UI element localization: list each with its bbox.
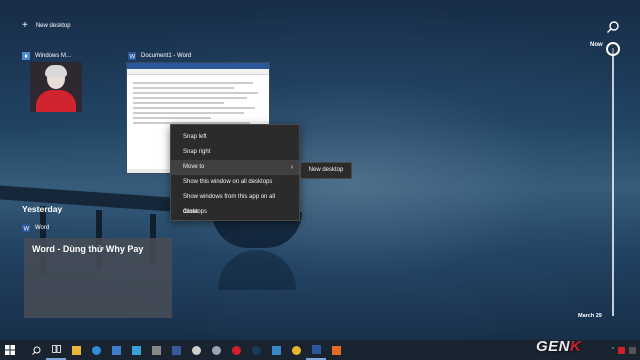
word-document-preview: [127, 75, 269, 131]
tray-app-icon[interactable]: [629, 346, 636, 354]
task-view-icon[interactable]: [46, 340, 66, 360]
app-icon[interactable]: [186, 340, 206, 360]
system-tray: ^: [612, 340, 636, 360]
window-title-word[interactable]: W Document1 - Word: [128, 52, 191, 60]
menu-item-show-window-all[interactable]: Show this window on all desktops: [171, 175, 299, 190]
menu-item-snap-right[interactable]: Snap right: [171, 145, 299, 160]
window-title-label: Windows M...: [35, 53, 72, 59]
menu-item-show-app-all[interactable]: Show windows from this app on all deskto…: [171, 190, 299, 215]
menu-item-move-to[interactable]: Move to ›: [171, 160, 299, 175]
windows-logo-icon: [5, 345, 15, 355]
activity-app-label: Word: [35, 225, 50, 231]
activity-card-title: Word - Dùng thử Why Pay: [32, 244, 144, 254]
settings-icon[interactable]: [206, 340, 226, 360]
tray-app-icon[interactable]: [618, 346, 625, 354]
chevron-right-icon: ›: [290, 164, 293, 171]
app-icon[interactable]: [266, 340, 286, 360]
wallpaper-boat-reflection: [218, 250, 296, 290]
word-icon: W: [128, 52, 136, 60]
media-app-icon: [22, 52, 30, 60]
word-taskbar-icon[interactable]: [306, 340, 326, 360]
taskbar-search-icon[interactable]: [26, 340, 46, 360]
app-icon[interactable]: [326, 340, 346, 360]
opera-icon[interactable]: [226, 340, 246, 360]
svg-text:W: W: [130, 54, 136, 60]
new-desktop-button[interactable]: + New desktop: [22, 21, 71, 31]
file-explorer-icon[interactable]: [66, 340, 86, 360]
menu-item-snap-left[interactable]: Snap left: [171, 130, 299, 145]
word-icon: W: [22, 224, 30, 232]
window-title-media[interactable]: Windows M...: [22, 52, 71, 60]
timeline-scrollbar[interactable]: [612, 48, 614, 316]
context-menu: Snap left Snap right Move to › Show this…: [170, 124, 300, 221]
chrome-icon[interactable]: [286, 340, 306, 360]
plus-icon: +: [22, 20, 28, 31]
steam-icon[interactable]: [246, 340, 266, 360]
svg-text:W: W: [24, 226, 30, 232]
search-icon[interactable]: [606, 20, 620, 34]
activity-card[interactable]: Word - Dùng thử Why Pay: [24, 238, 172, 318]
activity-app-word[interactable]: W Word: [22, 224, 49, 232]
thumbnail-person-hair: [45, 65, 67, 77]
window-thumbnail-media[interactable]: [30, 62, 82, 112]
timeline-handle[interactable]: [606, 42, 620, 56]
store-icon[interactable]: [106, 340, 126, 360]
menu-item-label: Move to: [183, 164, 205, 170]
new-desktop-label: New desktop: [35, 23, 71, 29]
facebook-icon[interactable]: [166, 340, 186, 360]
submenu-new-desktop[interactable]: New desktop: [300, 162, 352, 179]
menu-item-close[interactable]: Close: [171, 205, 299, 220]
timeline-date-label: March 29: [578, 313, 602, 319]
photos-icon[interactable]: [146, 340, 166, 360]
chevron-up-icon[interactable]: ^: [612, 347, 614, 353]
section-heading-yesterday: Yesterday: [22, 204, 63, 214]
app-icon[interactable]: [126, 340, 146, 360]
start-button[interactable]: [0, 340, 20, 360]
edge-icon[interactable]: [86, 340, 106, 360]
genk-watermark-logo: GENK: [536, 338, 582, 355]
window-title-label: Document1 - Word: [141, 53, 192, 59]
thumbnail-person-body: [36, 90, 76, 112]
timeline-now-label: Now: [590, 42, 603, 48]
